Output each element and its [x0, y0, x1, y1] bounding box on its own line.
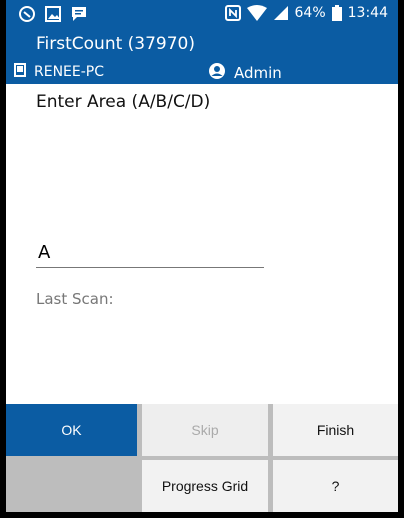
circle-s-icon	[18, 5, 36, 23]
user-icon	[208, 62, 226, 84]
app-title: FirstCount (37970)	[36, 34, 196, 54]
device-info: RENEE-PC	[14, 63, 104, 81]
status-left-icons	[18, 5, 88, 23]
area-prompt: Enter Area (A/B/C/D)	[36, 92, 211, 112]
signal-icon	[273, 5, 289, 21]
main-content: Enter Area (A/B/C/D) A Last Scan:	[6, 84, 398, 404]
device-icon	[14, 63, 26, 81]
battery-icon	[331, 5, 342, 21]
user-name: Admin	[234, 64, 282, 82]
wifi-icon	[246, 5, 267, 21]
status-bar: 64% 13:44	[6, 0, 398, 30]
message-icon	[70, 5, 88, 23]
ok-button[interactable]: OK	[6, 404, 137, 456]
battery-percent: 64%	[294, 5, 326, 21]
user-info: Admin	[208, 62, 282, 84]
device-name: RENEE-PC	[34, 64, 105, 80]
finish-button[interactable]: Finish	[273, 404, 398, 456]
keypad: OK Skip Finish Progress Grid ?	[6, 404, 398, 512]
help-button[interactable]: ?	[273, 460, 398, 512]
area-input[interactable]: A	[36, 234, 264, 268]
info-bar: RENEE-PC Admin	[6, 60, 398, 84]
nfc-icon	[224, 5, 241, 21]
progress-grid-button[interactable]: Progress Grid	[142, 460, 268, 512]
last-scan-label: Last Scan:	[36, 290, 114, 308]
clock: 13:44	[347, 5, 388, 21]
skip-button[interactable]: Skip	[142, 404, 268, 456]
status-right: 64% 13:44	[224, 5, 388, 21]
image-icon	[44, 5, 62, 23]
title-bar: FirstCount (37970)	[6, 30, 398, 60]
